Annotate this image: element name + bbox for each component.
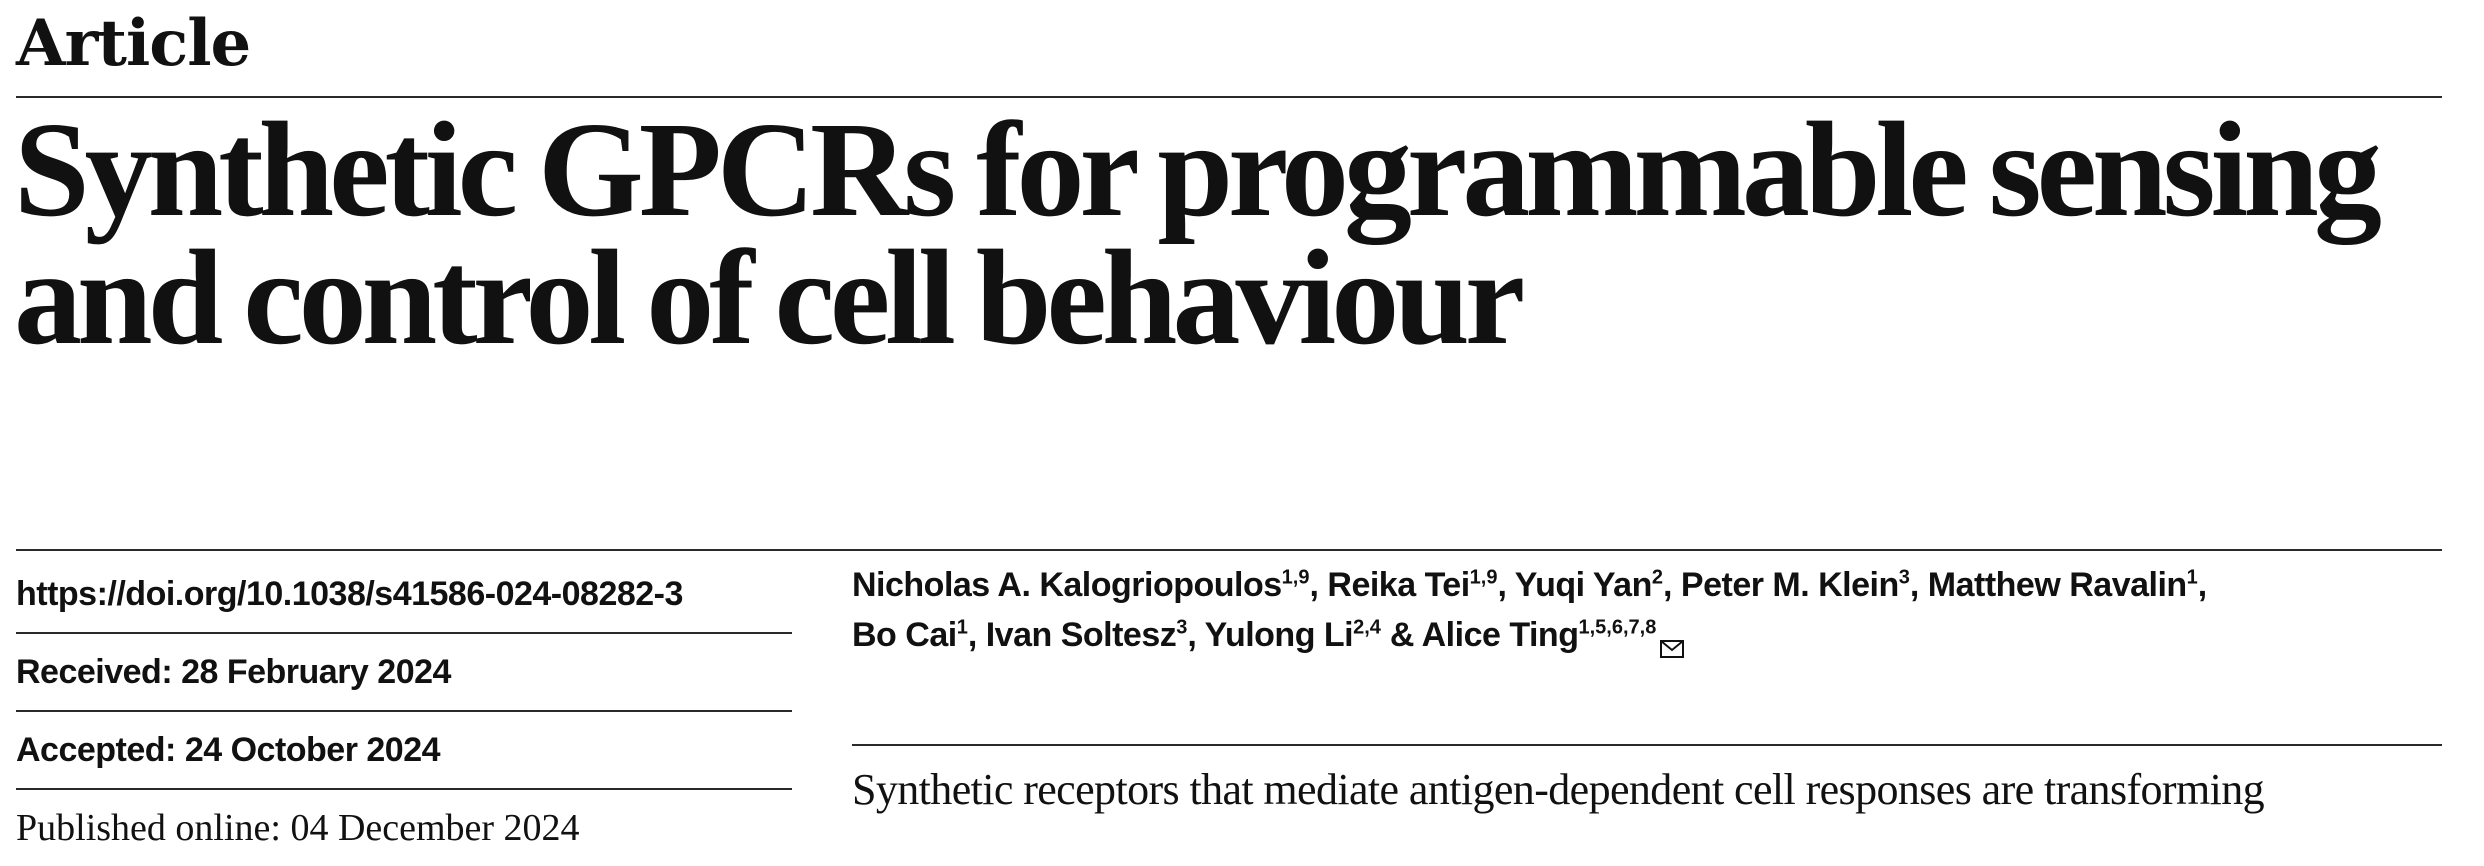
- abstract-body: Synthetic receptors that mediate antigen…: [852, 752, 2452, 828]
- author-list: Nicholas A. Kalogriopoulos1,9, Reika Tei…: [852, 560, 2452, 672]
- author-name[interactable]: Ivan Soltesz: [986, 616, 1177, 654]
- author-separator: ,: [2197, 566, 2207, 604]
- author-name[interactable]: Matthew Ravalin: [1928, 566, 2187, 604]
- received-date: Received: 28 February 2024: [16, 632, 792, 710]
- article-metadata: https://doi.org/10.1038/s41586-024-08282…: [16, 556, 792, 866]
- author-separator: ,: [1187, 616, 1205, 654]
- article-page: Article Synthetic GPCRs for programmable…: [0, 0, 2484, 849]
- accepted-date: Accepted: 24 October 2024: [16, 710, 792, 788]
- author-affiliation: 1,9: [1469, 566, 1498, 589]
- title-line-2: and control of cell behaviour: [14, 223, 1525, 373]
- author-name[interactable]: Peter M. Klein: [1681, 566, 1899, 604]
- author-separator: &: [1380, 616, 1422, 654]
- author-affiliation: 2: [1651, 566, 1663, 589]
- author-affiliation: 1: [956, 616, 968, 639]
- abstract-divider: [852, 744, 2442, 746]
- metadata-divider: [16, 549, 2442, 551]
- envelope-icon[interactable]: [1660, 622, 1685, 672]
- author-separator: ,: [1309, 566, 1328, 604]
- author-affiliation: 1: [2186, 566, 2198, 589]
- article-type-label: Article: [16, 6, 251, 81]
- author-affiliation: 2,4: [1353, 616, 1381, 639]
- author-affiliation: 3: [1176, 616, 1188, 639]
- author-separator: ,: [967, 616, 986, 654]
- author-affiliation: 3: [1898, 566, 1910, 589]
- published-date: Published online: 04 December 2024: [16, 788, 792, 866]
- author-separator: ,: [1663, 566, 1681, 604]
- author-separator: ,: [1497, 566, 1515, 604]
- author-affiliation: 1,5,6,7,8: [1578, 616, 1657, 639]
- doi-link[interactable]: https://doi.org/10.1038/s41586-024-08282…: [16, 575, 683, 614]
- author-affiliation: 1,9: [1281, 566, 1310, 589]
- article-title: Synthetic GPCRs for programmable sensing…: [14, 102, 2454, 366]
- author-name[interactable]: Yulong Li: [1205, 616, 1354, 654]
- author-name[interactable]: Bo Cai: [852, 616, 957, 654]
- author-line-2: Bo Cai1, Ivan Soltesz3, Yulong Li2,4 & A…: [852, 616, 1685, 658]
- abstract-line: Synthetic receptors that mediate antigen…: [852, 765, 2265, 814]
- author-name[interactable]: Yuqi Yan: [1515, 566, 1653, 604]
- author-name[interactable]: Alice Ting: [1422, 616, 1579, 654]
- author-name[interactable]: Nicholas A. Kalogriopoulos: [852, 566, 1282, 604]
- author-separator: ,: [1909, 566, 1928, 604]
- doi-row: https://doi.org/10.1038/s41586-024-08282…: [16, 556, 792, 632]
- author-name[interactable]: Reika Tei: [1327, 566, 1470, 604]
- author-line-1: Nicholas A. Kalogriopoulos1,9, Reika Tei…: [852, 566, 2207, 604]
